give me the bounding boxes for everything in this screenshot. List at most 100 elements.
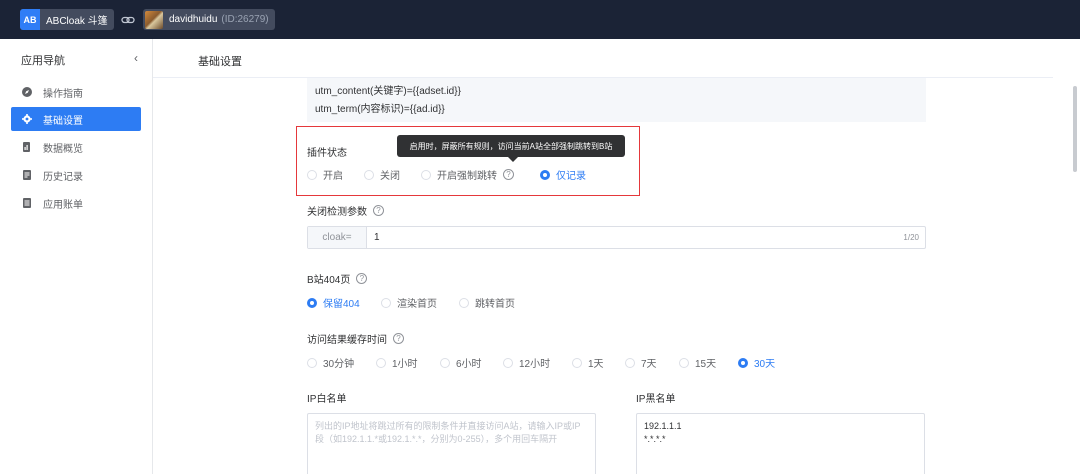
- radio-label: 保留404: [323, 299, 360, 310]
- sidebar-item-label: 数据概览: [43, 143, 83, 155]
- sidebar-item-label: 应用账单: [43, 199, 83, 211]
- cache-time-label: 访问结果缓存时间 ?: [307, 331, 404, 346]
- force-redirect-tooltip: 启用时，屏蔽所有规则，访问当前A站全部强制跳转到B站: [397, 135, 625, 157]
- tooltip-arrow: [508, 157, 518, 162]
- sidebar-item-data-overview[interactable]: 数据概览: [11, 135, 141, 159]
- help-icon[interactable]: ?: [503, 169, 514, 180]
- radio-force-redirect[interactable]: 开启强制跳转 ?: [421, 167, 514, 182]
- plugin-status-radio-group: 开启 关闭 开启强制跳转 ? 仅记录: [307, 167, 627, 182]
- user-id: (ID:26279): [221, 14, 269, 25]
- page-title: 基础设置: [198, 56, 242, 68]
- radio-label: 1天: [588, 359, 604, 370]
- radio-label: 跳转首页: [475, 299, 515, 310]
- radio-label: 仅记录: [556, 171, 586, 182]
- utm-term-line: utm_term(内容标识)={{ad.id}}: [315, 104, 445, 115]
- cache-time-text: 访问结果缓存时间: [307, 335, 387, 346]
- radio-30d[interactable]: 30天: [738, 355, 775, 370]
- gear-icon: [22, 114, 32, 124]
- radio-circle: [376, 357, 386, 368]
- help-icon[interactable]: ?: [356, 273, 368, 284]
- radio-disable[interactable]: 关闭: [364, 167, 400, 182]
- ip-blacklist-line: 192.1.1.1: [644, 421, 682, 431]
- radio-label: 开启: [323, 171, 343, 182]
- link-icon: [121, 16, 135, 24]
- radio-circle: [381, 297, 391, 308]
- radio-circle: [572, 357, 582, 368]
- ip-blacklist-line: *.*.*.*: [644, 434, 666, 444]
- app-switcher[interactable]: AB ABCloak 斗篷: [20, 9, 114, 30]
- radio-6h[interactable]: 6小时: [440, 355, 482, 370]
- radio-label: 关闭: [380, 171, 400, 182]
- plugin-status-text: 插件状态: [307, 148, 347, 159]
- main-content: 基础设置 utm_content(关键字)={{adset.id}} utm_t…: [153, 39, 1053, 474]
- radio-circle: [540, 169, 550, 180]
- radio-30min[interactable]: 30分钟: [307, 355, 354, 370]
- ip-whitelist-label: IP白名单: [307, 390, 346, 405]
- ip-blacklist-text: IP黑名单: [636, 394, 676, 405]
- close-param-input-group: cloak= 1 1/20: [307, 226, 926, 249]
- close-param-input[interactable]: 1: [367, 227, 903, 248]
- close-param-text: 关闭检测参数: [307, 207, 367, 218]
- sidebar-item-bills[interactable]: 应用账单: [11, 191, 141, 215]
- help-icon[interactable]: ?: [393, 333, 404, 344]
- chart-doc-icon: [22, 142, 32, 152]
- document-icon: [22, 170, 32, 180]
- radio-circle: [440, 357, 450, 368]
- scrollbar-thumb[interactable]: [1073, 86, 1077, 172]
- radio-1h[interactable]: 1小时: [376, 355, 418, 370]
- radio-circle: [503, 357, 513, 368]
- cache-time-radio-group: 30分钟 1小时 6小时 12小时 1天 7天 15天 30天: [307, 355, 827, 370]
- input-prefix: cloak=: [308, 227, 367, 248]
- user-badge[interactable]: davidhuidu (ID:26279): [143, 9, 275, 30]
- ip-whitelist-text: IP白名单: [307, 394, 347, 405]
- compass-icon: [22, 87, 32, 97]
- radio-label: 开启强制跳转: [437, 171, 497, 182]
- user-name: davidhuidu: [169, 14, 218, 25]
- radio-label: 7天: [641, 359, 657, 370]
- plugin-status-label: 插件状态: [307, 144, 347, 159]
- radio-circle: [625, 357, 635, 368]
- radio-1d[interactable]: 1天: [572, 355, 604, 370]
- radio-circle: [307, 169, 317, 180]
- sidebar-item-label: 历史记录: [43, 171, 83, 183]
- ip-blacklist-label: IP黑名单: [636, 390, 675, 405]
- app-logo: AB: [20, 9, 40, 30]
- radio-render-home[interactable]: 渲染首页: [381, 295, 437, 310]
- sidebar-item-label: 操作指南: [43, 88, 83, 100]
- radio-label: 6小时: [456, 359, 482, 370]
- radio-circle: [307, 297, 317, 308]
- sidebar-item-history[interactable]: 历史记录: [11, 163, 141, 187]
- radio-circle: [738, 357, 748, 368]
- radio-circle: [679, 357, 689, 368]
- sidebar-title: 应用导航: [21, 55, 65, 67]
- radio-label: 渲染首页: [397, 299, 437, 310]
- b404-radio-group: 保留404 渲染首页 跳转首页: [307, 295, 567, 310]
- help-icon[interactable]: ?: [373, 205, 384, 216]
- char-counter: 1/20: [903, 233, 919, 242]
- utm-content-line: utm_content(关键字)={{adset.id}}: [315, 86, 461, 97]
- sidebar: 应用导航 ‹ 操作指南 基础设置 数据概览 历史记录 应用账单: [0, 39, 153, 474]
- close-param-label: 关闭检测参数 ?: [307, 203, 384, 218]
- radio-15d[interactable]: 15天: [679, 355, 716, 370]
- avatar: [145, 10, 163, 29]
- radio-circle: [459, 297, 469, 308]
- radio-enable[interactable]: 开启: [307, 167, 343, 182]
- b404-text: B站404页: [307, 275, 351, 286]
- ip-blacklist-textarea[interactable]: 192.1.1.1 *.*.*.*: [636, 413, 925, 474]
- radio-circle: [421, 169, 431, 180]
- radio-label: 30分钟: [323, 359, 355, 370]
- radio-keep-404[interactable]: 保留404: [307, 295, 360, 310]
- radio-label: 30天: [754, 359, 776, 370]
- sidebar-item-guide[interactable]: 操作指南: [11, 80, 141, 104]
- radio-7d[interactable]: 7天: [625, 355, 657, 370]
- radio-label: 15天: [695, 359, 717, 370]
- radio-record-only[interactable]: 仅记录: [540, 167, 586, 182]
- ip-whitelist-textarea[interactable]: 列出的IP地址将跳过所有的限制条件并直接访问A站，请输入IP或IP段（如192.…: [307, 413, 596, 474]
- collapse-sidebar-button[interactable]: ‹: [134, 51, 138, 65]
- radio-label: 1小时: [392, 359, 418, 370]
- sidebar-item-basic-settings[interactable]: 基础设置: [11, 107, 141, 131]
- radio-redirect-home[interactable]: 跳转首页: [459, 295, 515, 310]
- radio-12h[interactable]: 12小时: [503, 355, 550, 370]
- utm-params-box: utm_content(关键字)={{adset.id}} utm_term(内…: [307, 78, 926, 122]
- radio-label: 12小时: [519, 359, 551, 370]
